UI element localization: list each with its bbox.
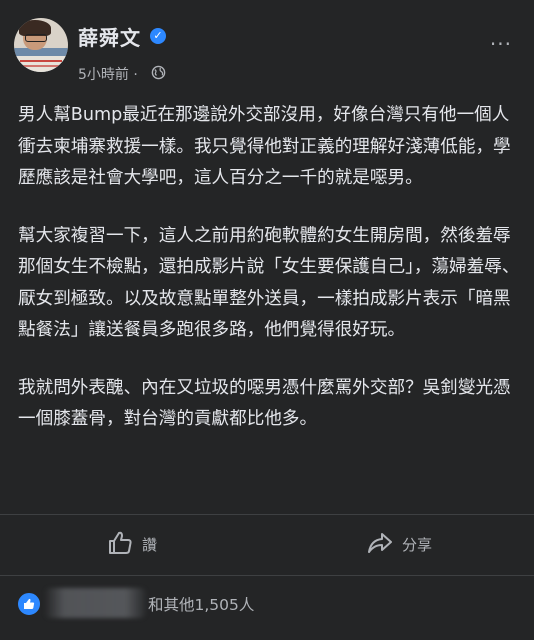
like-reaction-icon <box>16 591 42 617</box>
meta-separator: · <box>128 67 138 83</box>
author-name[interactable]: 薛舜文 <box>78 22 141 51</box>
avatar-glasses <box>25 34 47 42</box>
author-avatar[interactable] <box>14 18 68 72</box>
post-time-text[interactable]: 5小時前 <box>78 67 129 83</box>
facebook-post: 薛舜文 ✓ 5小時前 · ··· 男人幫Bump最近在那邊說外交部沒用，好像台灣… <box>0 0 534 640</box>
reactions-summary[interactable]: 和其他1,505人 <box>0 588 534 624</box>
avatar-banner <box>14 56 68 72</box>
share-arrow-icon <box>368 533 392 553</box>
globe-icon <box>151 65 166 80</box>
avatar-banner-line <box>20 60 62 62</box>
redacted-name <box>44 588 146 618</box>
reactions-count-text: 和其他1,505人 <box>148 596 255 614</box>
post-body: 男人幫Bump最近在那邊說外交部沒用，好像台灣只有他一個人衝去柬埔寨救援一樣。我… <box>18 100 520 462</box>
post-time[interactable]: 5小時前 · <box>78 64 138 84</box>
check-badge-icon: ✓ <box>150 28 166 44</box>
share-label: 分享 <box>402 536 433 554</box>
avatar-banner-line <box>20 65 62 67</box>
like-button[interactable]: 讚 <box>106 529 186 559</box>
post-header: 薛舜文 ✓ 5小時前 · ··· <box>0 14 534 84</box>
post-action-bar: 讚 分享 <box>0 514 534 576</box>
post-paragraph: 幫大家複習一下，這人之前用約砲軟體約女生開房間，然後羞辱那個女生不檢點，還拍成影… <box>18 225 520 341</box>
more-options-icon[interactable]: ··· <box>490 32 512 56</box>
post-paragraph: 我就問外表醜、內在又垃圾的噁男憑什麼罵外交部？吳釗燮光憑一個膝蓋骨，對台灣的貢獻… <box>18 377 511 430</box>
like-label: 讚 <box>142 536 158 554</box>
share-button[interactable]: 分享 <box>366 529 446 559</box>
thumbs-up-icon <box>109 531 132 554</box>
post-paragraph: 男人幫Bump最近在那邊說外交部沒用，好像台灣只有他一個人衝去柬埔寨救援一樣。我… <box>18 105 511 188</box>
